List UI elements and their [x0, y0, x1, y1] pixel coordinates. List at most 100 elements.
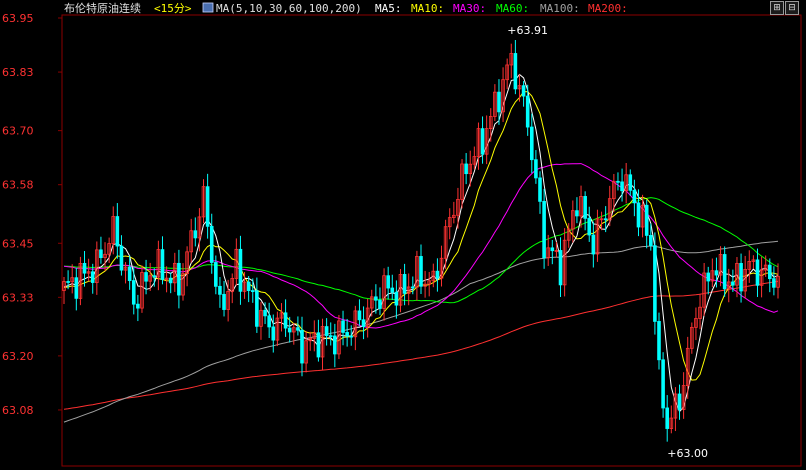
- y-tick-label: 63.08: [2, 404, 34, 417]
- candle-body: [525, 95, 530, 128]
- ma-settings-icon[interactable]: [202, 2, 214, 13]
- candle-body: [538, 177, 542, 202]
- y-tick-label: 63.95: [2, 12, 34, 25]
- candle-body: [402, 274, 407, 294]
- candle-body: [648, 235, 653, 247]
- candle-body: [616, 180, 620, 183]
- candle-body: [534, 159, 538, 179]
- candle-body: [193, 230, 198, 239]
- candle-body: [328, 335, 333, 337]
- header-ma-params: MA(5,10,30,60,100,200): [216, 2, 362, 15]
- candles: [62, 40, 780, 442]
- candle-body: [263, 309, 267, 317]
- candle-body: [677, 393, 682, 410]
- candle-body: [591, 234, 596, 255]
- candle-body: [378, 299, 382, 309]
- candle-body: [603, 218, 608, 221]
- ma10-line: [63, 91, 779, 381]
- candle-body: [168, 277, 173, 284]
- candle-body: [657, 321, 661, 361]
- candle-body: [283, 312, 288, 329]
- y-tick-label: 63.20: [2, 350, 34, 363]
- candle-body: [390, 287, 395, 293]
- candle-body: [435, 270, 440, 279]
- candle-body: [521, 85, 526, 97]
- candle-body: [324, 326, 329, 336]
- header-title: 布伦特原油连续: [64, 1, 141, 15]
- candle-body: [82, 262, 87, 274]
- candle-body: [349, 335, 354, 338]
- candle-body: [160, 249, 165, 280]
- candle-body: [296, 327, 300, 331]
- candle-body: [587, 217, 592, 236]
- candle-body: [772, 278, 776, 288]
- candle-body: [739, 263, 743, 292]
- candle-body: [583, 196, 587, 219]
- candle-body: [386, 275, 390, 289]
- candle-body: [131, 280, 136, 305]
- candle-body: [222, 293, 226, 310]
- candle-body: [333, 335, 337, 355]
- candle-body: [250, 290, 255, 292]
- low-price-label: +63.00: [667, 447, 708, 460]
- candle-body: [136, 303, 140, 309]
- candle-body: [214, 262, 218, 287]
- candle-body: [300, 329, 304, 364]
- candle-body: [267, 315, 271, 328]
- y-tick-label: 63.83: [2, 66, 34, 79]
- candle-body: [271, 326, 276, 341]
- header-period: <15分>: [154, 2, 192, 15]
- legend-ma30: MA30:: [453, 2, 486, 15]
- candle-body: [665, 407, 670, 429]
- candle-body: [316, 332, 321, 358]
- candle-body: [177, 262, 181, 296]
- candle-body: [374, 296, 378, 301]
- candle-body: [394, 291, 399, 306]
- candle-body: [255, 290, 259, 327]
- candle-body: [706, 272, 711, 282]
- candle-body: [480, 128, 485, 155]
- chart-frame: [61, 14, 802, 467]
- candle-body: [767, 264, 772, 280]
- candle-body: [558, 250, 563, 286]
- candle-body: [205, 186, 210, 227]
- candle-body: [513, 53, 518, 90]
- candle-body: [341, 320, 345, 333]
- candle-body: [644, 204, 649, 236]
- candle-body: [731, 281, 735, 286]
- candle-body: [464, 163, 468, 175]
- candle-body: [497, 91, 501, 113]
- y-tick-label: 63.33: [2, 291, 34, 304]
- legend-ma100: MA100:: [540, 2, 580, 15]
- candle-body: [361, 319, 366, 327]
- ma5-line: [63, 73, 779, 413]
- candle-body: [287, 327, 292, 333]
- candle-body: [127, 266, 132, 282]
- candle-body: [345, 332, 349, 337]
- candle-body: [653, 245, 657, 322]
- candle-body: [419, 256, 423, 287]
- candle-body: [66, 281, 70, 283]
- candle-body: [119, 245, 124, 271]
- candle-body: [755, 259, 760, 286]
- candle-body: [632, 189, 637, 204]
- legend-ma60: MA60:: [496, 2, 529, 15]
- legend-ma10: MA10:: [411, 2, 444, 15]
- candle-body: [550, 247, 555, 252]
- candle-body: [238, 248, 243, 292]
- legend-ma200: MA200:: [588, 2, 628, 15]
- candle-body: [542, 200, 546, 259]
- candle-body: [144, 272, 148, 282]
- candle-body: [628, 174, 633, 191]
- maximize-button[interactable]: ⊞: [770, 1, 784, 15]
- candle-body: [714, 270, 719, 276]
- candle-body: [661, 359, 665, 409]
- candle-body: [218, 285, 222, 295]
- candle-body: [90, 271, 95, 283]
- candle-body: [115, 216, 120, 247]
- candle-body: [410, 286, 415, 289]
- candle-body: [357, 310, 362, 321]
- restore-button[interactable]: ⊟: [785, 1, 799, 15]
- y-tick-label: 63.70: [2, 125, 34, 138]
- y-tick-label: 63.58: [2, 179, 34, 192]
